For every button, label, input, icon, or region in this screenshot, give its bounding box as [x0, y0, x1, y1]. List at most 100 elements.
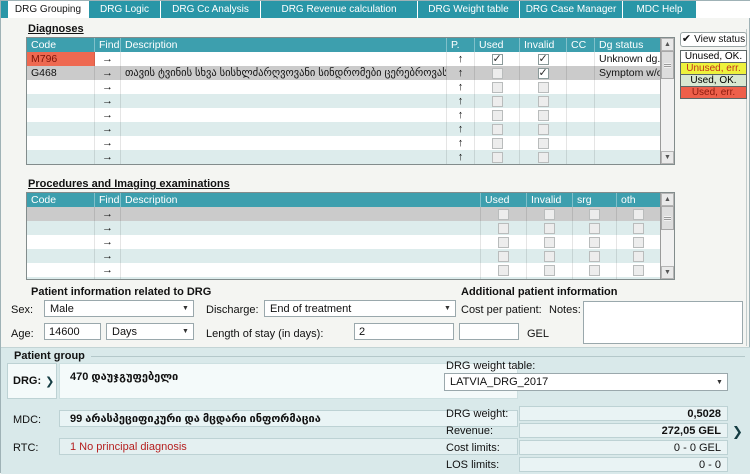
sex-select[interactable]: Male ▼: [44, 300, 194, 317]
table-row[interactable]: → ↑: [27, 150, 660, 164]
invalid-checkbox[interactable]: [544, 251, 555, 262]
invalid-checkbox[interactable]: [544, 237, 555, 248]
table-row[interactable]: → ↑: [27, 94, 660, 108]
used-checkbox[interactable]: [492, 54, 503, 65]
invalid-checkbox[interactable]: [538, 124, 549, 135]
col-header-srg[interactable]: srg: [573, 193, 617, 207]
table-row[interactable]: →: [27, 221, 660, 235]
chevron-right-icon[interactable]: ❯: [732, 424, 743, 440]
chevron-down-icon[interactable]: ▼: [178, 328, 193, 335]
invalid-checkbox[interactable]: [544, 209, 555, 220]
oth-checkbox[interactable]: [633, 279, 644, 281]
scroll-down-icon[interactable]: ▼: [661, 151, 674, 164]
scroll-up-icon[interactable]: ▲: [661, 193, 674, 206]
used-checkbox[interactable]: [498, 237, 509, 248]
tab-mdc-help[interactable]: MDC Help: [623, 1, 696, 18]
used-checkbox[interactable]: [498, 223, 509, 234]
srg-checkbox[interactable]: [589, 223, 600, 234]
age-unit-select[interactable]: Days ▼: [106, 323, 194, 340]
priority-cell[interactable]: ↑: [447, 66, 475, 80]
find-arrow-icon[interactable]: →: [95, 277, 121, 280]
code-cell[interactable]: G468: [27, 66, 95, 80]
table-row[interactable]: G468 → თავის ტვინის სხვა სისხლძარღვოვანი…: [27, 66, 660, 80]
invalid-checkbox[interactable]: [538, 82, 549, 93]
tab-drg-revenue-calculation[interactable]: DRG Revenue calculation: [261, 1, 417, 18]
srg-checkbox[interactable]: [589, 237, 600, 248]
col-header-p[interactable]: P.: [447, 38, 475, 52]
invalid-checkbox[interactable]: [544, 265, 555, 276]
procedures-scrollbar[interactable]: ▲ ▼: [660, 193, 674, 279]
col-header-description[interactable]: Description: [121, 38, 447, 52]
tab-drg-cc-analysis[interactable]: DRG Cc Analysis: [161, 1, 260, 18]
discharge-select[interactable]: End of treatment ▼: [264, 300, 456, 317]
used-checkbox[interactable]: [498, 251, 509, 262]
used-checkbox[interactable]: [498, 265, 509, 276]
col-header-oth[interactable]: oth: [617, 193, 660, 207]
col-header-cc[interactable]: CC: [567, 38, 595, 52]
srg-checkbox[interactable]: [589, 251, 600, 262]
srg-checkbox[interactable]: [589, 265, 600, 276]
find-arrow-icon[interactable]: →: [95, 263, 121, 277]
invalid-checkbox[interactable]: [544, 223, 555, 234]
col-header-invalid[interactable]: Invalid: [520, 38, 567, 52]
invalid-checkbox[interactable]: [538, 54, 549, 65]
chevron-down-icon[interactable]: ▼: [178, 305, 193, 312]
scrollbar-track[interactable]: [661, 79, 674, 151]
find-arrow-icon[interactable]: →: [95, 221, 121, 235]
used-checkbox[interactable]: [492, 82, 503, 93]
invalid-checkbox[interactable]: [538, 110, 549, 121]
chevron-down-icon[interactable]: ▼: [712, 379, 727, 386]
scrollbar-track[interactable]: [661, 230, 674, 266]
oth-checkbox[interactable]: [633, 265, 644, 276]
find-arrow-icon[interactable]: →: [95, 80, 121, 94]
used-checkbox[interactable]: [492, 110, 503, 121]
col-header-used[interactable]: Used: [481, 193, 527, 207]
find-arrow-icon[interactable]: →: [95, 94, 121, 108]
tab-drg-grouping[interactable]: DRG Grouping: [8, 1, 88, 18]
table-row[interactable]: → ↑: [27, 80, 660, 94]
view-status-button[interactable]: ✔ View status: [680, 32, 747, 47]
col-header-dg-status[interactable]: Dg status: [595, 38, 660, 52]
oth-checkbox[interactable]: [633, 223, 644, 234]
table-row[interactable]: →: [27, 207, 660, 221]
find-arrow-icon[interactable]: →: [95, 108, 121, 122]
cost-per-patient-input[interactable]: [459, 323, 519, 340]
col-header-find[interactable]: Find: [95, 193, 121, 207]
col-header-code[interactable]: Code: [27, 193, 95, 207]
chevron-down-icon[interactable]: ▼: [440, 305, 455, 312]
srg-checkbox[interactable]: [589, 209, 600, 220]
col-header-code[interactable]: Code: [27, 38, 95, 52]
table-row[interactable]: → ↑: [27, 108, 660, 122]
drg-weight-table-select[interactable]: LATVIA_DRG_2017 ▼: [444, 373, 728, 391]
used-checkbox[interactable]: [492, 138, 503, 149]
used-checkbox[interactable]: [498, 279, 509, 281]
table-row[interactable]: →: [27, 249, 660, 263]
oth-checkbox[interactable]: [633, 237, 644, 248]
col-header-description[interactable]: Description: [121, 193, 481, 207]
used-checkbox[interactable]: [492, 124, 503, 135]
find-arrow-icon[interactable]: →: [95, 136, 121, 150]
code-cell[interactable]: M796: [27, 52, 95, 66]
length-of-stay-input[interactable]: [354, 323, 454, 340]
used-checkbox[interactable]: [492, 96, 503, 107]
table-row[interactable]: →: [27, 263, 660, 277]
tab-drg-weight-table[interactable]: DRG Weight table: [418, 1, 519, 18]
find-arrow-icon[interactable]: →: [95, 207, 121, 221]
invalid-checkbox[interactable]: [538, 68, 549, 79]
used-checkbox[interactable]: [498, 209, 509, 220]
tab-drg-case-manager[interactable]: DRG Case Manager: [520, 1, 622, 18]
notes-textarea[interactable]: [583, 301, 743, 344]
oth-checkbox[interactable]: [633, 209, 644, 220]
oth-checkbox[interactable]: [633, 251, 644, 262]
invalid-checkbox[interactable]: [538, 138, 549, 149]
table-row[interactable]: →: [27, 277, 660, 280]
table-row[interactable]: →: [27, 235, 660, 249]
priority-cell[interactable]: ↑: [447, 52, 475, 66]
col-header-find[interactable]: Find: [95, 38, 121, 52]
find-arrow-icon[interactable]: →: [95, 150, 121, 164]
col-header-invalid[interactable]: Invalid: [527, 193, 573, 207]
scroll-down-icon[interactable]: ▼: [661, 266, 674, 279]
find-arrow-icon[interactable]: →: [95, 122, 121, 136]
find-arrow-icon[interactable]: →: [95, 66, 121, 80]
diagnoses-scrollbar[interactable]: ▲ ▼: [660, 38, 674, 164]
